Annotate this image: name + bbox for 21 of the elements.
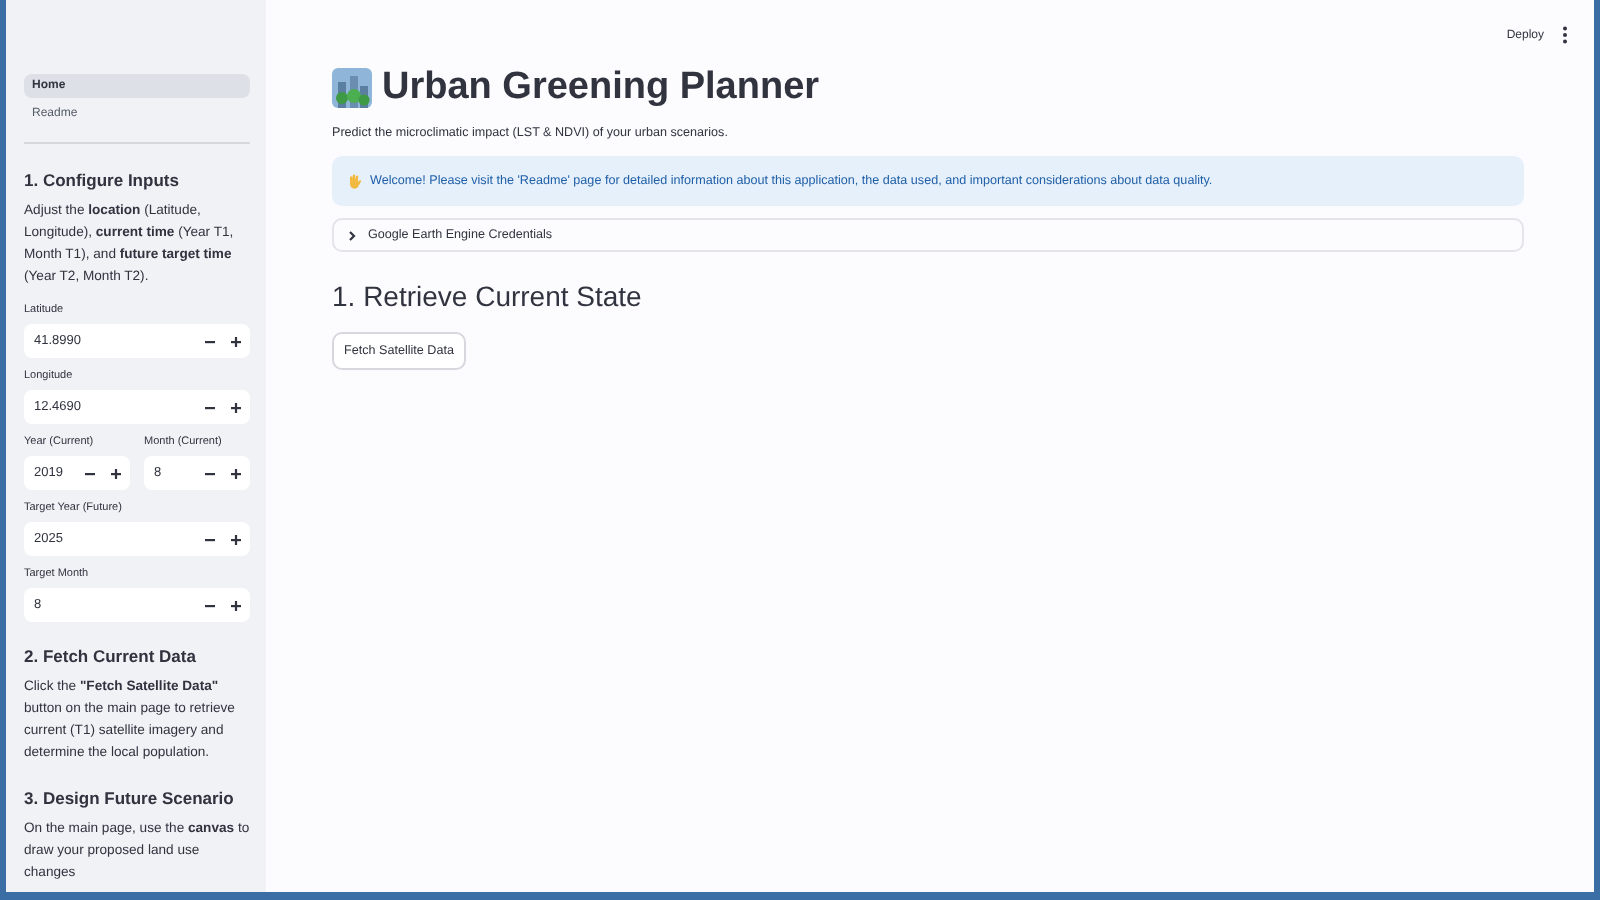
plus-icon[interactable] <box>230 335 242 347</box>
plus-icon[interactable] <box>110 467 122 479</box>
minus-icon[interactable] <box>84 467 96 479</box>
section-heading: 2. Fetch Current Data <box>24 646 198 666</box>
page-title: Urban Greening Planner <box>382 66 820 110</box>
plus-icon[interactable] <box>230 467 242 479</box>
more-menu-icon[interactable] <box>1562 26 1568 44</box>
city-trees-icon <box>332 68 372 108</box>
minus-icon[interactable] <box>204 335 216 347</box>
minus-icon[interactable] <box>204 401 216 413</box>
plus-icon[interactable] <box>230 533 242 545</box>
chevron-right-icon[interactable] <box>346 229 358 241</box>
minus-icon[interactable] <box>204 467 216 479</box>
waving-hand-icon <box>346 172 364 190</box>
section-heading: 3. Design Future Scenario <box>24 788 236 808</box>
section-heading: 1. Retrieve Current State <box>332 280 644 312</box>
section-heading: 1. Configure Inputs <box>24 170 181 190</box>
minus-icon[interactable] <box>204 533 216 545</box>
plus-icon[interactable] <box>230 401 242 413</box>
minus-icon[interactable] <box>204 599 216 611</box>
plus-icon[interactable] <box>230 599 242 611</box>
